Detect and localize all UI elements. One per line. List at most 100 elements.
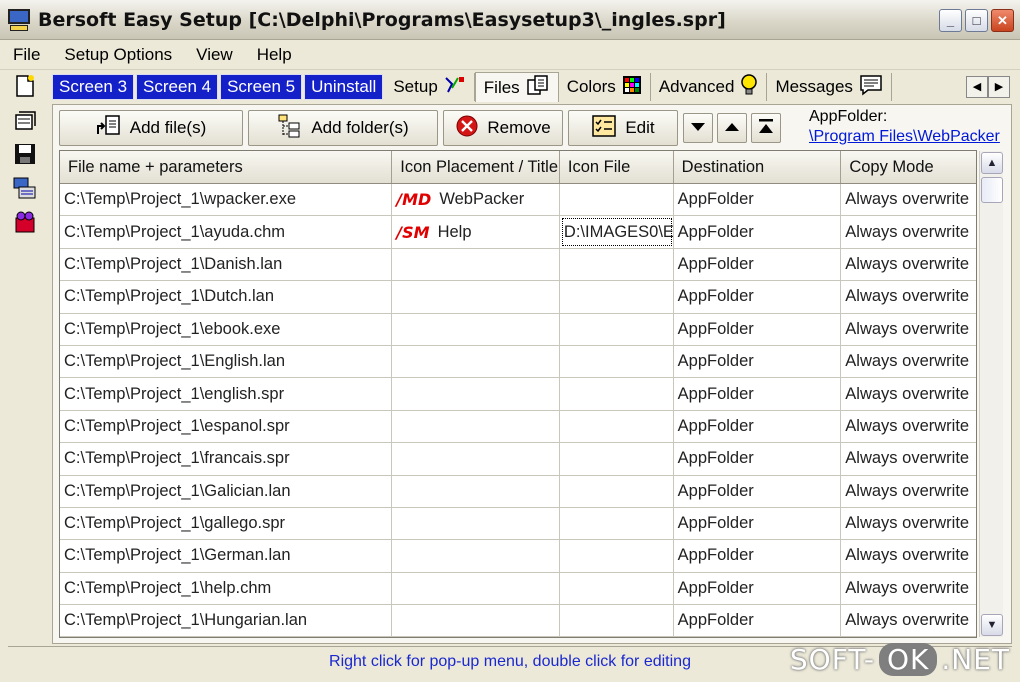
scroll-up-icon[interactable]: ▲: [981, 152, 1003, 174]
scroll-thumb[interactable]: [981, 177, 1003, 203]
move-up-button[interactable]: [717, 113, 747, 143]
menu-file[interactable]: File: [0, 45, 52, 65]
column-header-icon-placement[interactable]: Icon Placement / Title: [392, 151, 560, 183]
cell-icon-placement[interactable]: [392, 281, 560, 313]
tab-screen-3[interactable]: Screen 3: [52, 74, 135, 100]
table-row[interactable]: C:\Temp\Project_1\English.lan AppFolder Al…: [60, 345, 976, 379]
table-row[interactable]: C:\Temp\Project_1\ebook.exe AppFolder Alwa…: [60, 313, 976, 346]
cell-file[interactable]: C:\Temp\Project_1\wpacker.exe: [60, 184, 393, 216]
cell-icon-placement[interactable]: [392, 345, 560, 378]
table-row[interactable]: C:\Temp\Project_1\espanol.spr AppFolder Al…: [60, 410, 976, 444]
cell-icon-placement[interactable]: [392, 248, 560, 281]
appfolder-link[interactable]: \Program Files\WebPacker: [809, 127, 1000, 147]
cell-copy-mode[interactable]: Always overwrite: [841, 476, 976, 507]
table-row[interactable]: C:\Temp\Project_1\German.lan AppFolder Alw…: [60, 540, 976, 573]
tab-files[interactable]: Files: [474, 72, 559, 102]
cell-icon-placement[interactable]: /MD WebPacker: [392, 184, 560, 216]
cell-icon-file[interactable]: D:\IMAGES0\E: [560, 216, 674, 248]
cell-copy-mode[interactable]: Always overwrite: [841, 346, 976, 377]
cell-copy-mode[interactable]: Always overwrite: [841, 605, 976, 636]
cell-icon-file[interactable]: [560, 248, 674, 281]
cell-copy-mode[interactable]: Always overwrite: [841, 216, 976, 247]
cell-icon-placement[interactable]: [392, 475, 560, 507]
cell-destination[interactable]: AppFolder: [674, 184, 842, 216]
cell-destination[interactable]: AppFolder: [674, 475, 842, 507]
column-header-file[interactable]: File name + parameters: [60, 151, 393, 183]
tab-colors[interactable]: Colors: [559, 73, 651, 101]
vertical-scrollbar[interactable]: ▲ ▼: [979, 151, 1003, 637]
table-row[interactable]: C:\Temp\Project_1\Danish.lan AppFolder Alw…: [60, 248, 976, 282]
cell-file[interactable]: C:\Temp\Project_1\ayuda.chm: [60, 216, 393, 248]
cell-icon-file[interactable]: [560, 507, 674, 540]
cell-icon-file[interactable]: [560, 184, 674, 216]
move-down-button[interactable]: [683, 113, 713, 143]
cell-icon-placement[interactable]: [392, 507, 560, 540]
tab-advanced[interactable]: Advanced: [651, 73, 768, 101]
cell-icon-placement[interactable]: [392, 540, 560, 572]
cell-file[interactable]: C:\Temp\Project_1\gallego.spr: [60, 507, 393, 540]
column-header-destination[interactable]: Destination: [673, 151, 842, 183]
cell-destination[interactable]: AppFolder: [674, 410, 842, 443]
package-icon[interactable]: [8, 208, 42, 236]
cell-icon-placement[interactable]: [392, 313, 560, 345]
cell-destination[interactable]: AppFolder: [674, 605, 842, 637]
cell-icon-placement[interactable]: [392, 572, 560, 605]
scroll-down-icon[interactable]: ▼: [981, 614, 1003, 636]
tab-uninstall[interactable]: Uninstall: [304, 74, 384, 100]
cell-icon-file[interactable]: [560, 410, 674, 443]
cell-destination[interactable]: AppFolder: [674, 248, 842, 281]
add-files-button[interactable]: Add file(s): [59, 110, 243, 146]
cell-file[interactable]: C:\Temp\Project_1\ebook.exe: [60, 313, 393, 345]
cell-icon-file[interactable]: [560, 443, 674, 475]
cell-destination[interactable]: AppFolder: [674, 507, 842, 540]
cell-icon-placement[interactable]: [392, 443, 560, 475]
cell-copy-mode[interactable]: Always overwrite: [841, 508, 976, 539]
cell-icon-file[interactable]: [560, 475, 674, 507]
cell-file[interactable]: C:\Temp\Project_1\Galician.lan: [60, 475, 393, 507]
cell-file[interactable]: C:\Temp\Project_1\Dutch.lan: [60, 281, 393, 313]
cell-file[interactable]: C:\Temp\Project_1\Hungarian.lan: [60, 605, 393, 637]
menu-view[interactable]: View: [184, 45, 245, 65]
cell-icon-placement[interactable]: [392, 378, 560, 410]
cell-destination[interactable]: AppFolder: [674, 345, 842, 378]
cell-icon-placement[interactable]: /SM Help: [392, 216, 560, 248]
cell-destination[interactable]: AppFolder: [674, 216, 842, 248]
cell-copy-mode[interactable]: Always overwrite: [841, 443, 976, 474]
table-row[interactable]: C:\Temp\Project_1\Galician.lan AppFolder A…: [60, 475, 976, 508]
cell-destination[interactable]: AppFolder: [674, 572, 842, 605]
cell-copy-mode[interactable]: Always overwrite: [841, 573, 976, 604]
tab-scroll-left-icon[interactable]: ◀: [966, 76, 988, 98]
table-row[interactable]: C:\Temp\Project_1\Dutch.lan AppFolder Alwa…: [60, 281, 976, 314]
cell-icon-file[interactable]: [560, 345, 674, 378]
minimize-button[interactable]: _: [939, 9, 962, 32]
cell-copy-mode[interactable]: Always overwrite: [841, 249, 976, 280]
cell-destination[interactable]: AppFolder: [674, 443, 842, 475]
cell-copy-mode[interactable]: Always overwrite: [841, 281, 976, 312]
cell-icon-file[interactable]: [560, 605, 674, 637]
cell-file[interactable]: C:\Temp\Project_1\help.chm: [60, 572, 393, 605]
table-row[interactable]: C:\Temp\Project_1\francais.spr AppFolder A…: [60, 443, 976, 476]
move-top-button[interactable]: [751, 113, 781, 143]
cell-icon-placement[interactable]: [392, 605, 560, 637]
table-row[interactable]: C:\Temp\Project_1\ayuda.chm/SM Help D:\IMA…: [60, 216, 976, 249]
cell-icon-file[interactable]: [560, 378, 674, 410]
cell-copy-mode[interactable]: Always overwrite: [841, 314, 976, 345]
cell-icon-file[interactable]: [560, 313, 674, 345]
tab-setup[interactable]: Setup: [385, 73, 475, 101]
column-header-copy-mode[interactable]: Copy Mode: [841, 151, 976, 183]
add-folder-button[interactable]: Add folder(s): [248, 110, 438, 146]
table-row[interactable]: C:\Temp\Project_1\help.chm AppFolder Alway…: [60, 572, 976, 606]
cell-file[interactable]: C:\Temp\Project_1\Danish.lan: [60, 248, 393, 281]
table-row[interactable]: C:\Temp\Project_1\Hungarian.lan AppFolder…: [60, 605, 976, 637]
menu-setup-options[interactable]: Setup Options: [52, 45, 184, 65]
cell-copy-mode[interactable]: Always overwrite: [841, 540, 976, 571]
column-header-icon-file[interactable]: Icon File: [559, 151, 674, 183]
open-file-icon[interactable]: [8, 106, 42, 134]
new-file-icon[interactable]: [8, 72, 42, 100]
cell-icon-placement[interactable]: [392, 410, 560, 443]
cell-copy-mode[interactable]: Always overwrite: [841, 378, 976, 409]
menu-help[interactable]: Help: [245, 45, 304, 65]
edit-button[interactable]: Edit: [568, 110, 678, 146]
tab-screen-4[interactable]: Screen 4: [136, 74, 219, 100]
cell-file[interactable]: C:\Temp\Project_1\francais.spr: [60, 443, 393, 475]
